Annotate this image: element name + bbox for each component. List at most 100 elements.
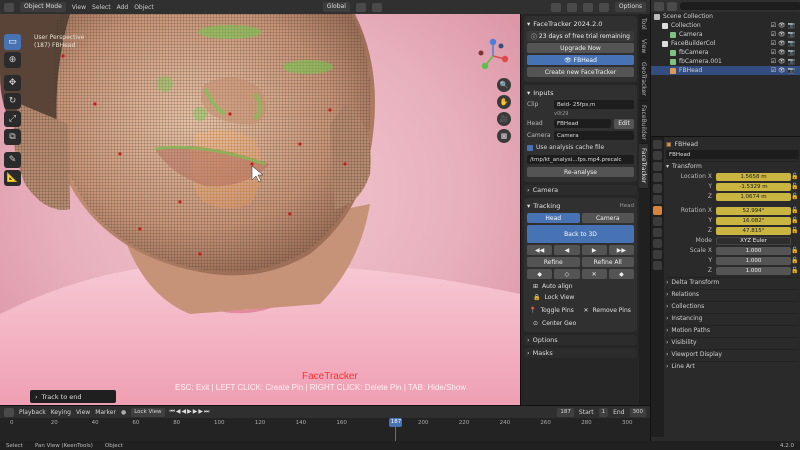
scene-props-icon[interactable] — [653, 184, 662, 193]
property-section-header[interactable]: › Collections — [666, 301, 799, 311]
visibility-toggle-icon[interactable]: ☑ 👁 📷 — [771, 58, 795, 65]
lock-view-button[interactable]: 🔒 Lock View — [527, 292, 634, 303]
inputs-header[interactable]: ▾ Inputs — [527, 88, 634, 98]
options-section-header[interactable]: › Options — [524, 335, 637, 345]
rotate-icon[interactable]: ↻ — [4, 93, 21, 109]
masks-section-header[interactable]: › Masks — [524, 348, 637, 358]
mode-head-button[interactable]: Head — [527, 213, 580, 223]
center-geo-button[interactable]: ⊙ Center Geo — [527, 318, 634, 329]
menu-object[interactable]: Object — [134, 4, 154, 11]
visibility-toggle-icon[interactable]: ☑ 👁 📷 — [771, 22, 795, 29]
property-section-header[interactable]: › Instancing — [666, 313, 799, 323]
current-frame-field[interactable]: 187 — [557, 407, 574, 417]
property-section-header[interactable]: › Line Art — [666, 361, 799, 371]
orientation-dropdown[interactable]: Global — [322, 2, 350, 12]
outliner-row[interactable]: fbCamera.001 ☑ 👁 📷 — [651, 57, 800, 66]
track-next-icon[interactable]: ▶ — [581, 245, 607, 255]
visibility-toggle-icon[interactable]: ☑ 👁 📷 — [771, 31, 795, 38]
tracking-header[interactable]: ▾ Tracking Head — [527, 201, 634, 211]
pan-icon[interactable]: ✋ — [497, 95, 511, 109]
clip-field[interactable]: Beld- 25fps.m — [554, 100, 634, 109]
rotation-value-field[interactable]: 47.815° — [716, 226, 791, 235]
tab-geotracker[interactable]: GeoTracker — [639, 58, 648, 101]
rotation-mode-dropdown[interactable]: XYZ Euler — [716, 236, 791, 245]
shading-solid-icon[interactable] — [582, 2, 593, 12]
timeline-ruler[interactable]: 0 20 40 60 80 100 120 140 160 200 220 240 260 280 300 … — [0, 418, 650, 442]
cache-checkbox[interactable] — [527, 144, 533, 151]
lock-icon[interactable]: 🔓 — [791, 183, 799, 190]
3d-viewport[interactable]: User Perspective (187) FBHead ▭ ⊕ ✥ ↻ ⤢ … — [0, 14, 520, 405]
playback-controls-icon[interactable]: ⏮◀◀▶▶▶⏭ — [170, 408, 211, 416]
overlays-icon[interactable] — [550, 2, 561, 12]
move-icon[interactable]: ✥ — [4, 75, 21, 91]
outliner-row[interactable]: fbCamera ☑ 👁 📷 — [651, 48, 800, 57]
menu-add[interactable]: Add — [117, 4, 129, 11]
location-value-field[interactable]: 1.5658 m — [716, 172, 791, 181]
property-section-header[interactable]: › Motion Paths — [666, 325, 799, 335]
proportional-edit-icon[interactable] — [371, 2, 382, 12]
prev-keyframe-icon[interactable]: ◆ — [527, 269, 553, 279]
record-icon[interactable]: ● — [121, 409, 126, 416]
track-to-end-button[interactable]: › Track to end — [30, 390, 116, 403]
lock-icon[interactable]: 🔓 — [791, 257, 799, 264]
add-keyframe-icon[interactable]: ◇ — [554, 269, 580, 279]
end-frame-field[interactable]: 300 — [629, 407, 646, 417]
shading-material-icon[interactable] — [598, 2, 609, 12]
navigation-gizmo-icon[interactable] — [473, 36, 513, 76]
transform-header[interactable]: ▾ Transform — [666, 161, 799, 171]
object-props-icon[interactable] — [653, 206, 662, 215]
select-box-icon[interactable]: ▭ — [4, 34, 21, 50]
create-facetracker-button[interactable]: Create new FaceTracker — [527, 67, 634, 77]
scale-value-field[interactable]: 1.000 — [716, 246, 791, 255]
editor-type-icon[interactable] — [4, 2, 14, 12]
measure-icon[interactable]: 📐 — [4, 170, 21, 186]
zoom-icon[interactable]: 🔍 — [497, 78, 511, 92]
playhead[interactable]: 187 — [389, 418, 403, 427]
lock-icon[interactable]: 🔓 — [791, 217, 799, 224]
toggle-pins-button[interactable]: 📍 Toggle Pins — [527, 305, 580, 316]
scale-value-field[interactable]: 1.000 — [716, 256, 791, 265]
head-field[interactable]: FBHead — [554, 119, 611, 128]
property-section-header[interactable]: › Visibility — [666, 337, 799, 347]
reanalyse-button[interactable]: Re-analyse — [527, 167, 634, 177]
lock-icon[interactable]: 🔓 — [791, 227, 799, 234]
menu-select[interactable]: Select — [92, 4, 111, 11]
tab-tool[interactable]: Tool — [639, 14, 648, 35]
filter-icon[interactable] — [667, 1, 677, 11]
view-layer-props-icon[interactable] — [653, 173, 662, 182]
track-prev-icon[interactable]: ◀ — [554, 245, 580, 255]
data-props-icon[interactable] — [653, 250, 662, 259]
timeline-menu-keying[interactable]: Keying — [51, 409, 71, 416]
constraints-props-icon[interactable] — [653, 239, 662, 248]
timeline-menu-playback[interactable]: Playback — [19, 409, 46, 416]
cursor-icon[interactable]: ⊕ — [4, 52, 21, 68]
transform-icon[interactable]: ⧉ — [4, 129, 21, 145]
refine-button[interactable]: Refine — [527, 257, 580, 267]
annotate-icon[interactable]: ✎ — [4, 152, 21, 168]
panel-title[interactable]: ▾ FaceTracker 2024.2.0 — [527, 19, 634, 29]
cache-path-field[interactable]: /tmp/kt_analysi...fps.mp4.precalc — [527, 155, 634, 164]
lock-icon[interactable]: 🔓 — [791, 193, 799, 200]
location-value-field[interactable]: 1.0674 m — [716, 192, 791, 201]
location-value-field[interactable]: -1.5329 m — [716, 182, 791, 191]
menu-view[interactable]: View — [72, 4, 86, 11]
timeline-menu-view[interactable]: View — [76, 409, 90, 416]
refine-all-button[interactable]: Refine All — [581, 257, 634, 267]
modifier-props-icon[interactable] — [653, 217, 662, 226]
camera-field[interactable]: Camera — [554, 131, 634, 140]
timeline-menu-marker[interactable]: Marker — [95, 409, 116, 416]
xray-icon[interactable] — [566, 2, 577, 12]
next-keyframe-icon[interactable]: ◆ — [608, 269, 634, 279]
delta-transform-header[interactable]: › Delta Transform — [666, 277, 799, 287]
outliner-search-input[interactable] — [680, 2, 800, 10]
track-backward-icon[interactable]: ◀◀ — [527, 245, 553, 255]
timeline-type-icon[interactable] — [4, 407, 14, 417]
property-section-header[interactable]: › Viewport Display — [666, 349, 799, 359]
tab-facetracker[interactable]: FaceTracker — [639, 144, 648, 189]
physics-props-icon[interactable] — [653, 228, 662, 237]
auto-align-button[interactable]: ⊞ Auto align — [527, 281, 634, 292]
output-props-icon[interactable] — [653, 162, 662, 171]
options-button[interactable]: Options — [614, 2, 646, 12]
outliner-row[interactable]: Collection ☑ 👁 📷 — [651, 21, 800, 30]
perspective-icon[interactable]: ▦ — [497, 129, 511, 143]
